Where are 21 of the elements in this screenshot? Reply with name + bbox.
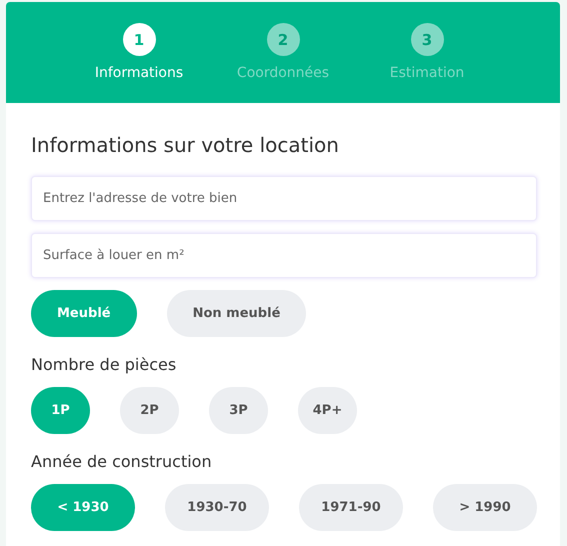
option-button[interactable]: 2P <box>120 387 179 434</box>
step-label[interactable]: Informations <box>94 65 184 81</box>
option-button[interactable]: 1971-90 <box>299 484 403 531</box>
step-number[interactable]: 2 <box>266 23 300 56</box>
option-button[interactable]: 1930-70 <box>165 484 269 531</box>
section-label: Nombre de pièces <box>31 355 178 374</box>
step-number[interactable]: 3 <box>410 23 444 56</box>
option-button[interactable]: 4P+ <box>298 387 357 434</box>
option-button[interactable]: > 1990 <box>433 484 537 531</box>
step-label[interactable]: Estimation <box>390 65 464 81</box>
form-title: Informations sur votre location <box>31 133 340 157</box>
option-button[interactable]: Meublé <box>31 290 137 337</box>
option-button[interactable]: < 1930 <box>31 484 135 531</box>
option-button[interactable]: 3P <box>209 387 268 434</box>
option-button[interactable]: 1P <box>31 387 90 434</box>
option-button[interactable]: Non meublé <box>166 290 306 337</box>
step-number[interactable]: 1 <box>122 23 156 56</box>
input-field[interactable]: Entrez l'adresse de votre bien <box>31 176 537 221</box>
input-field[interactable]: Surface à louer en m² <box>31 233 537 278</box>
step-label[interactable]: Coordonnées <box>236 65 330 81</box>
section-label: Année de construction <box>31 452 213 471</box>
